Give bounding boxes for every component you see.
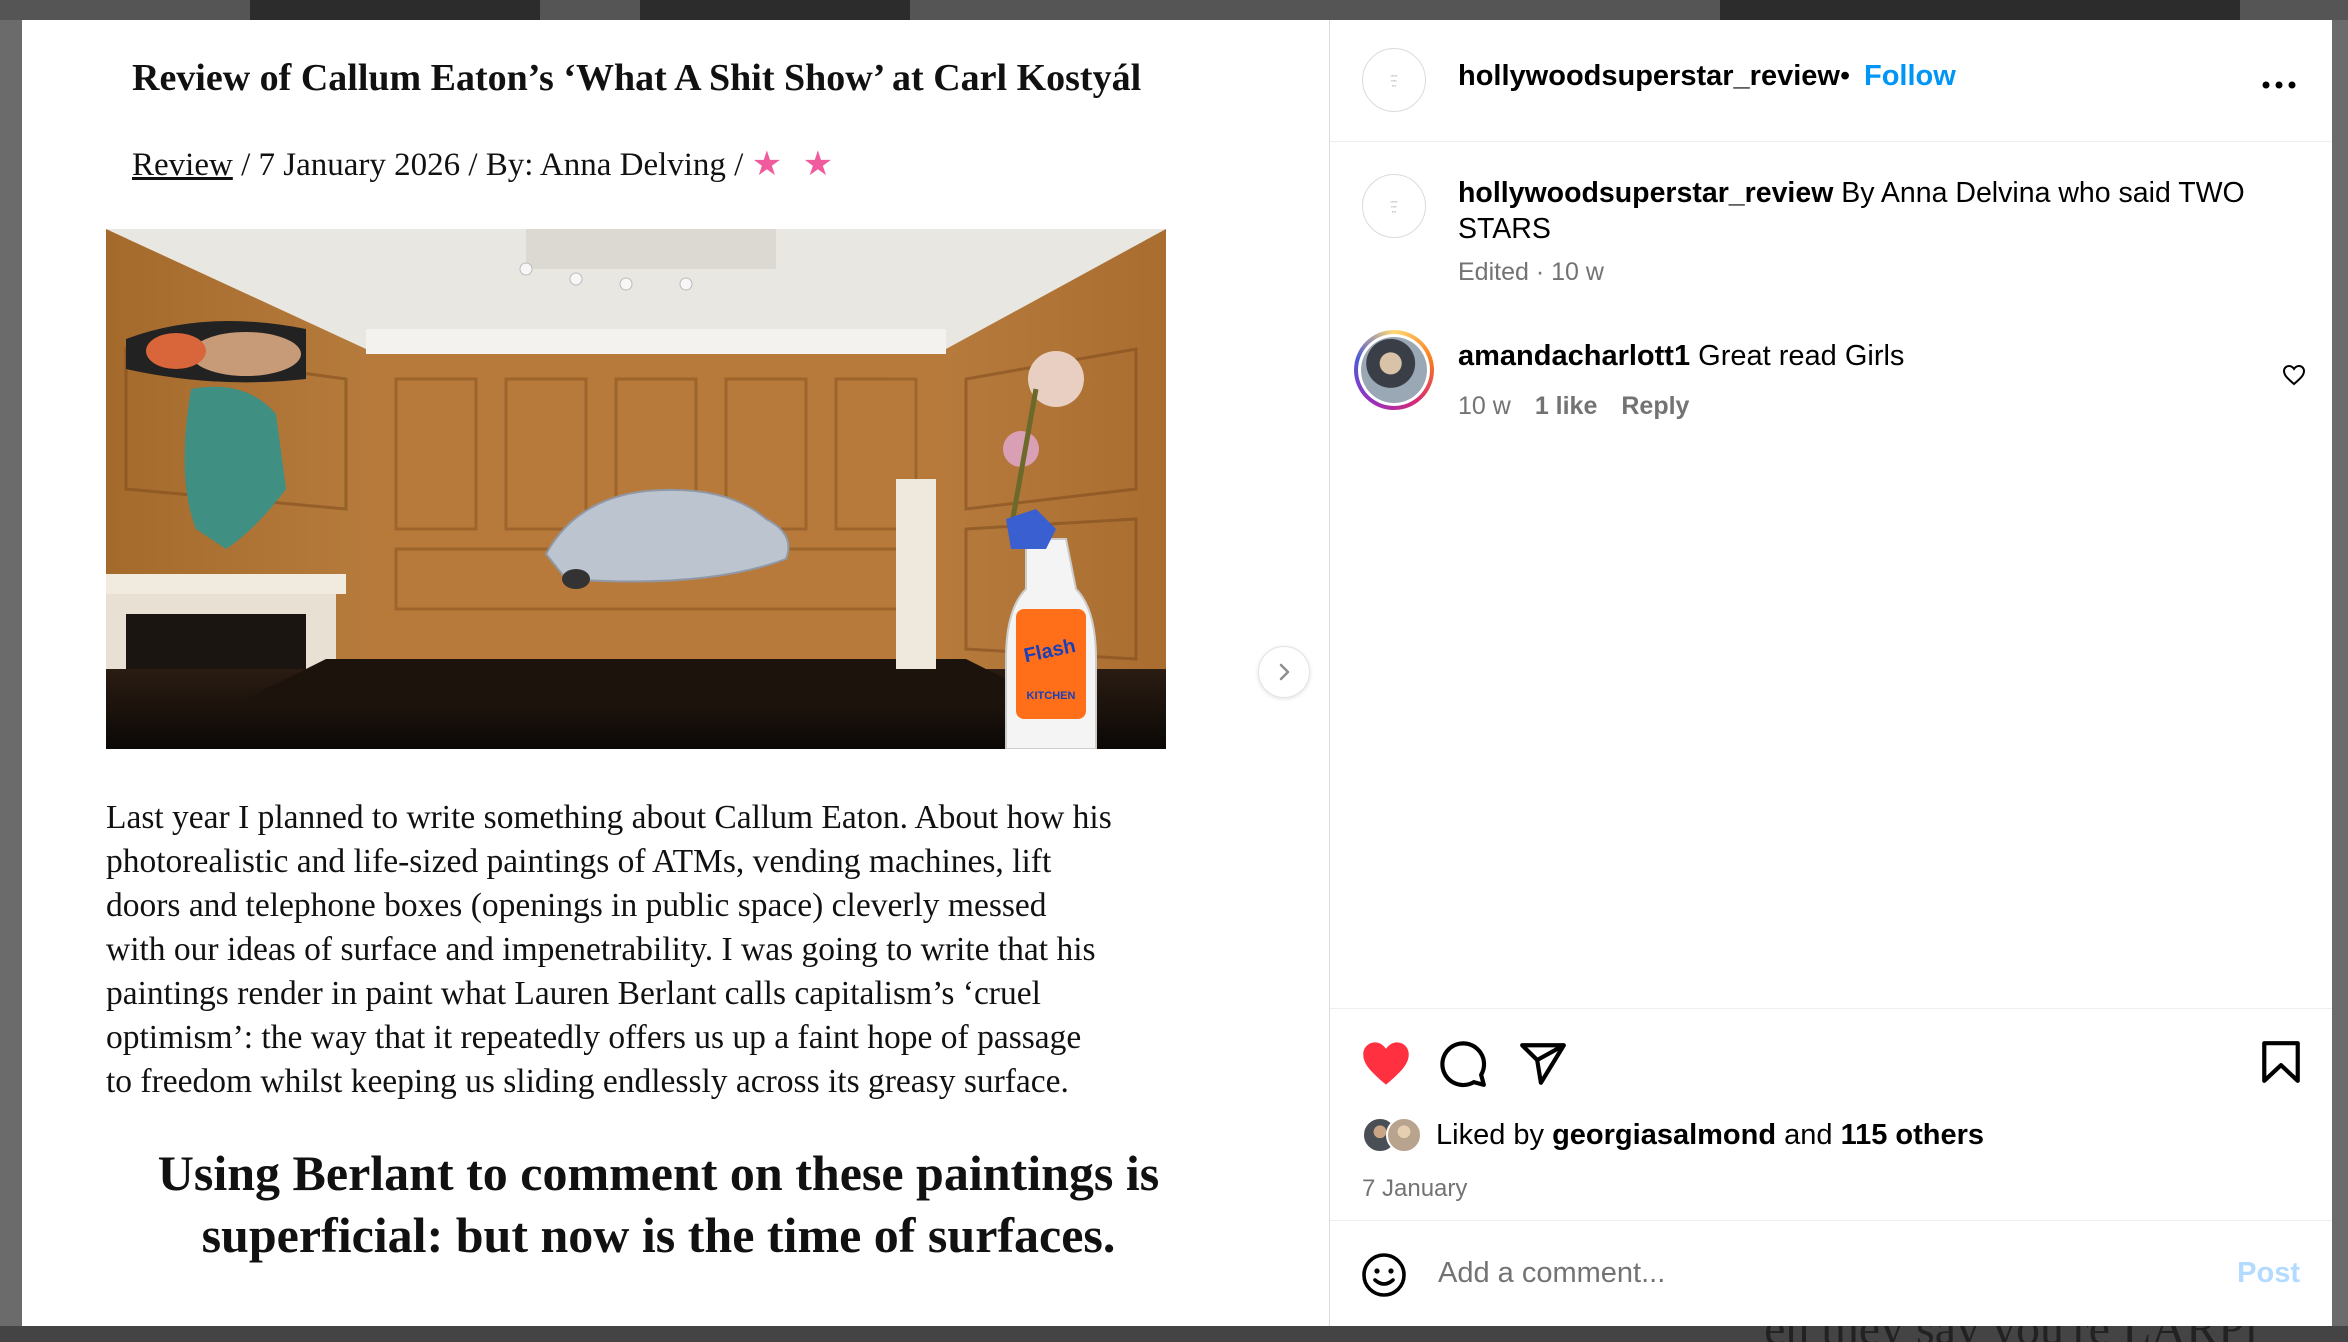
pull-quote: Using Berlant to comment on these painti… [106, 1142, 1211, 1266]
liked-by-prefix: Liked by [1436, 1118, 1553, 1151]
pull-quote-line: superficial: but now is the time of surf… [201, 1207, 1116, 1263]
backdrop-top-strip [0, 0, 2348, 20]
author-avatar[interactable]: ▪▪▪▪▪ ▪▪▪▪ ▪▪▪ [1362, 48, 1426, 112]
avatar-ring-inner [1358, 334, 1430, 406]
post-comment-button[interactable]: Post [2237, 1257, 2300, 1290]
comment-body: Great read Girls [1690, 340, 1905, 372]
share-icon [1520, 1043, 1566, 1085]
bookmark-icon [2262, 1041, 2300, 1083]
liked-by-others[interactable]: 115 others [1841, 1119, 1984, 1151]
comment-like-button[interactable] [2282, 364, 2306, 391]
review-body-line: with our ideas of surface and impenetrab… [106, 931, 1096, 968]
review-body-line: paintings render in paint what Lauren Be… [106, 975, 1041, 1012]
backdrop-tile [250, 0, 540, 20]
review-body-line: to freedom whilst keeping us sliding end… [106, 1063, 1069, 1100]
review-body: Last year I planned to write something a… [106, 796, 1256, 1104]
avatar-logo-text: ▪▪▪▪▪ ▪▪▪▪ ▪▪▪ [1390, 72, 1398, 88]
gallery-photo-illustration: Flash KITCHEN [106, 229, 1166, 749]
comment-meta: 10 w 1 like Reply [1458, 392, 1689, 421]
share-button[interactable] [1518, 1039, 1568, 1094]
caption-avatar[interactable]: ▪▪▪▪▪ ▪▪▪▪ ▪▪▪ [1362, 174, 1426, 238]
gallery-installation-photo: Flash KITCHEN [106, 229, 1166, 749]
bottle-sublabel: KITCHEN [1027, 690, 1076, 702]
review-body-line: optimism’: the way that it repeatedly of… [106, 1019, 1082, 1056]
comment-input[interactable] [1438, 1247, 2198, 1299]
more-horizontal-icon [2262, 81, 2296, 89]
post-modal: Review of Callum Eaton’s ‘What A Shit Sh… [22, 20, 2332, 1326]
comment-likes-link[interactable]: 1 like [1535, 392, 1598, 421]
more-options-button[interactable] [2262, 76, 2296, 94]
review-body-line: doors and telephone boxes (openings in p… [106, 887, 1047, 924]
comment-text: amandacharlott1 Great read Girls [1458, 340, 1904, 373]
post-media: Review of Callum Eaton’s ‘What A Shit Sh… [22, 20, 1330, 1326]
save-button[interactable] [2260, 1039, 2302, 1090]
liker-avatar [1386, 1117, 1422, 1153]
review-meta: Review / 7 January 2026 / By: Anna Delvi… [132, 144, 839, 184]
emoji-button[interactable] [1360, 1251, 1408, 1304]
caption-username[interactable]: hollywoodsuperstar_review [1458, 177, 1833, 209]
liked-by-and: and [1776, 1118, 1841, 1151]
review-byline: / 7 January 2026 / By: Anna Delving / [232, 147, 752, 183]
comment-icon [1440, 1041, 1487, 1088]
post-sidebar: ▪▪▪▪▪ ▪▪▪▪ ▪▪▪ hollywoodsuperstar_review •… [1330, 20, 2332, 1326]
pull-quote-line: Using Berlant to comment on these painti… [157, 1145, 1160, 1201]
author-username[interactable]: hollywoodsuperstar_review [1458, 60, 1840, 93]
next-slide-button[interactable] [1258, 646, 1310, 698]
comment-age: 10 w [1458, 392, 1511, 420]
like-button[interactable] [1360, 1039, 1412, 1092]
backdrop-tile [640, 0, 910, 20]
liked-by[interactable]: Liked by georgiasalmond and 115 others [1362, 1117, 1984, 1153]
review-body-line: Last year I planned to write something a… [106, 799, 1112, 836]
header-separator: • [1840, 60, 1851, 92]
comment-username[interactable]: amandacharlott1 [1458, 340, 1690, 372]
post-header: ▪▪▪▪▪ ▪▪▪▪ ▪▪▪ hollywoodsuperstar_review •… [1330, 20, 2332, 142]
emoji-icon [1362, 1253, 1406, 1297]
commenter-avatar[interactable] [1354, 330, 1434, 410]
chevron-right-icon [1279, 663, 1290, 681]
heart-filled-icon [1363, 1042, 1409, 1085]
comment-reply-button[interactable]: Reply [1621, 392, 1689, 421]
follow-button[interactable]: Follow [1864, 60, 1956, 93]
review-category-link[interactable]: Review [132, 147, 233, 183]
caption-meta: Edited · 10 w [1458, 258, 1604, 286]
comments-section[interactable]: ▪▪▪▪▪ ▪▪▪▪ ▪▪▪ hollywoodsuperstar_review B… [1330, 142, 2332, 1008]
comment-button[interactable] [1438, 1039, 1488, 1094]
review-title: Review of Callum Eaton’s ‘What A Shit Sh… [132, 57, 1142, 99]
backdrop-tile [1720, 0, 2240, 20]
post-caption: hollywoodsuperstar_review By Anna Delvin… [1458, 175, 2258, 247]
post-actions: Liked by georgiasalmond and 115 others 7… [1330, 1008, 2332, 1220]
avatar-logo-text: ▪▪▪▪▪ ▪▪▪▪ ▪▪▪ [1390, 198, 1398, 214]
star-rating: ★ ★ [751, 146, 840, 183]
heart-outline-icon [2282, 364, 2306, 386]
review-body-line: photorealistic and life-sized paintings … [106, 843, 1052, 880]
avatar-photo [1361, 337, 1427, 403]
liked-by-text: Liked by georgiasalmond and 115 others [1436, 1119, 1984, 1152]
liked-by-user[interactable]: georgiasalmond [1552, 1119, 1776, 1151]
add-comment-bar: Post [1330, 1220, 2332, 1326]
post-date[interactable]: 7 January [1362, 1175, 1467, 1203]
